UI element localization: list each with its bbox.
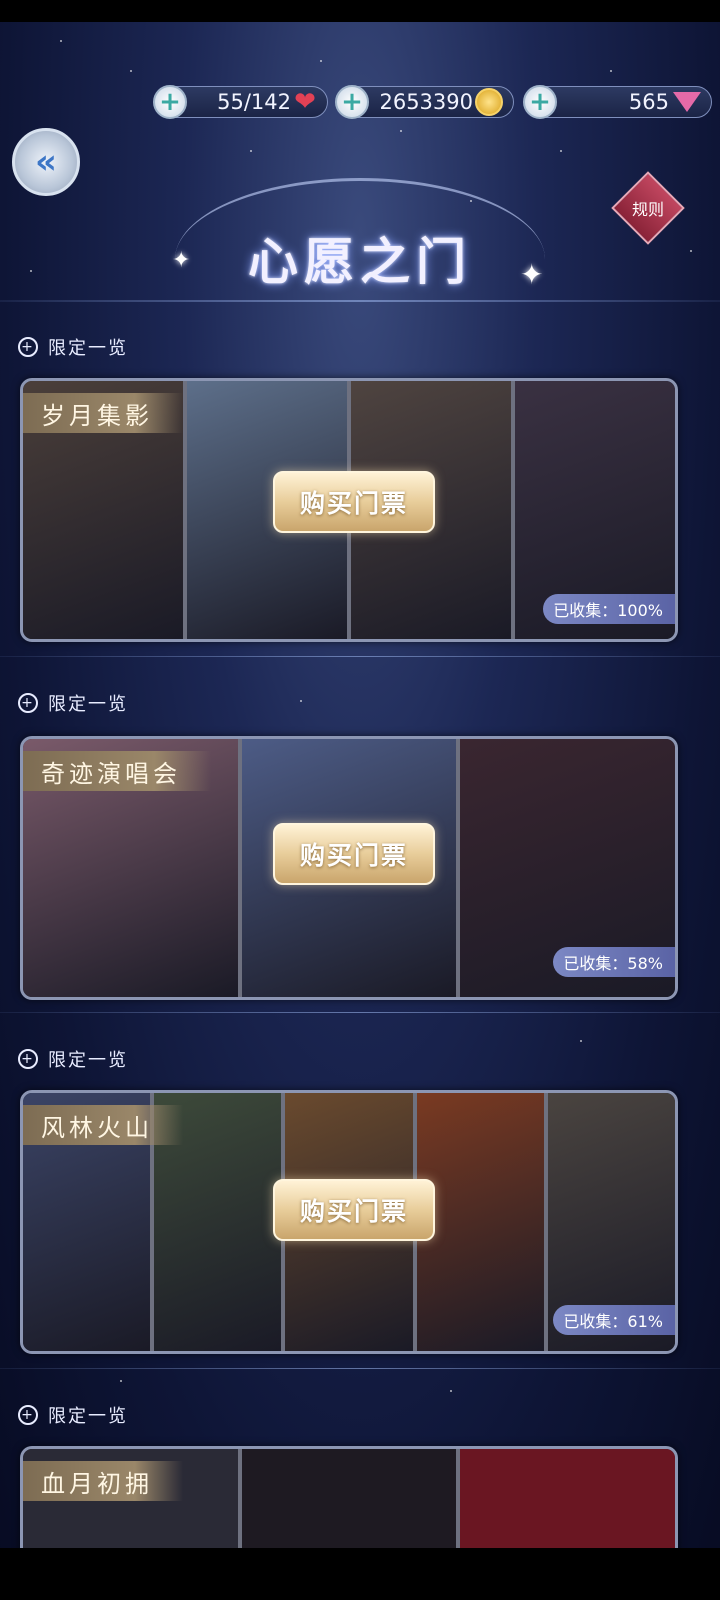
gold-value: 2653390 xyxy=(379,90,473,114)
star-decoration xyxy=(320,60,322,62)
section-label-text: 限定一览 xyxy=(48,338,128,359)
gold-counter: + 2653390 xyxy=(335,85,514,119)
star-decoration xyxy=(300,700,302,702)
star-decoration xyxy=(120,1380,122,1382)
buy-ticket-button[interactable]: 购买门票 xyxy=(273,1179,435,1241)
star-decoration xyxy=(250,150,252,152)
diamond-icon xyxy=(673,92,701,112)
collected-badge: 已收集：100% xyxy=(543,594,675,624)
section-label-text: 限定一览 xyxy=(48,694,128,715)
gacha-banner-card[interactable]: 风林火山 购买门票 已收集：61% xyxy=(20,1090,678,1354)
section-label[interactable]: + 限定一览 xyxy=(18,1402,128,1428)
banner-name: 血月初拥 xyxy=(23,1461,183,1501)
diamond-counter: + 565 xyxy=(523,85,712,119)
stamina-value: 55/142 xyxy=(217,90,291,114)
banner-name: 岁月集影 xyxy=(23,393,183,433)
gacha-banner-card[interactable]: 奇迹演唱会 购买门票 已收集：58% xyxy=(20,736,678,1000)
star-decoration xyxy=(60,40,62,42)
star-decoration xyxy=(450,1390,452,1392)
section-label[interactable]: + 限定一览 xyxy=(18,1046,128,1072)
banner-name: 奇迹演唱会 xyxy=(23,751,211,791)
section-label-text: 限定一览 xyxy=(48,1050,128,1071)
section-divider xyxy=(0,656,720,657)
section-label[interactable]: + 限定一览 xyxy=(18,334,128,360)
collected-badge: 已收集：61% xyxy=(553,1305,675,1335)
section-label[interactable]: + 限定一览 xyxy=(18,690,128,716)
add-diamond-button[interactable]: + xyxy=(523,85,557,119)
stamina-counter: + 55/142 ❤ xyxy=(153,85,328,119)
diamond-value: 565 xyxy=(628,90,669,114)
magnify-plus-icon: + xyxy=(18,1049,38,1069)
gacha-banner-card[interactable]: 岁月集影 购买门票 已收集：100% xyxy=(20,378,678,642)
buy-ticket-button[interactable]: 购买门票 xyxy=(273,823,435,885)
add-stamina-button[interactable]: + xyxy=(153,85,187,119)
status-bar xyxy=(0,0,720,22)
magnify-plus-icon: + xyxy=(18,1405,38,1425)
magnify-plus-icon: + xyxy=(18,693,38,713)
heart-icon: ❤ xyxy=(294,87,316,117)
page-title: 心愿之门 xyxy=(248,232,472,291)
star-decoration xyxy=(560,150,562,152)
collected-badge: 已收集：58% xyxy=(553,947,675,977)
header-divider xyxy=(0,300,720,302)
rules-label: 规则 xyxy=(631,200,664,219)
character-art-panel xyxy=(416,1093,548,1351)
magnify-plus-icon: + xyxy=(18,337,38,357)
gold-coin-icon xyxy=(475,88,503,116)
double-chevron-left-icon: « xyxy=(35,142,57,182)
star-decoration xyxy=(130,70,132,72)
star-decoration xyxy=(610,70,612,72)
banner-name: 风林火山 xyxy=(23,1105,183,1145)
section-divider xyxy=(0,1368,720,1369)
star-decoration xyxy=(400,130,402,132)
navigation-bar xyxy=(0,1548,720,1600)
add-gold-button[interactable]: + xyxy=(335,85,369,119)
buy-ticket-button[interactable]: 购买门票 xyxy=(273,471,435,533)
section-divider xyxy=(0,1012,720,1013)
star-decoration xyxy=(580,1040,582,1042)
back-button[interactable]: « xyxy=(12,128,80,196)
section-label-text: 限定一览 xyxy=(48,1406,128,1427)
gacha-banner-card[interactable]: 血月初拥 xyxy=(20,1446,678,1556)
